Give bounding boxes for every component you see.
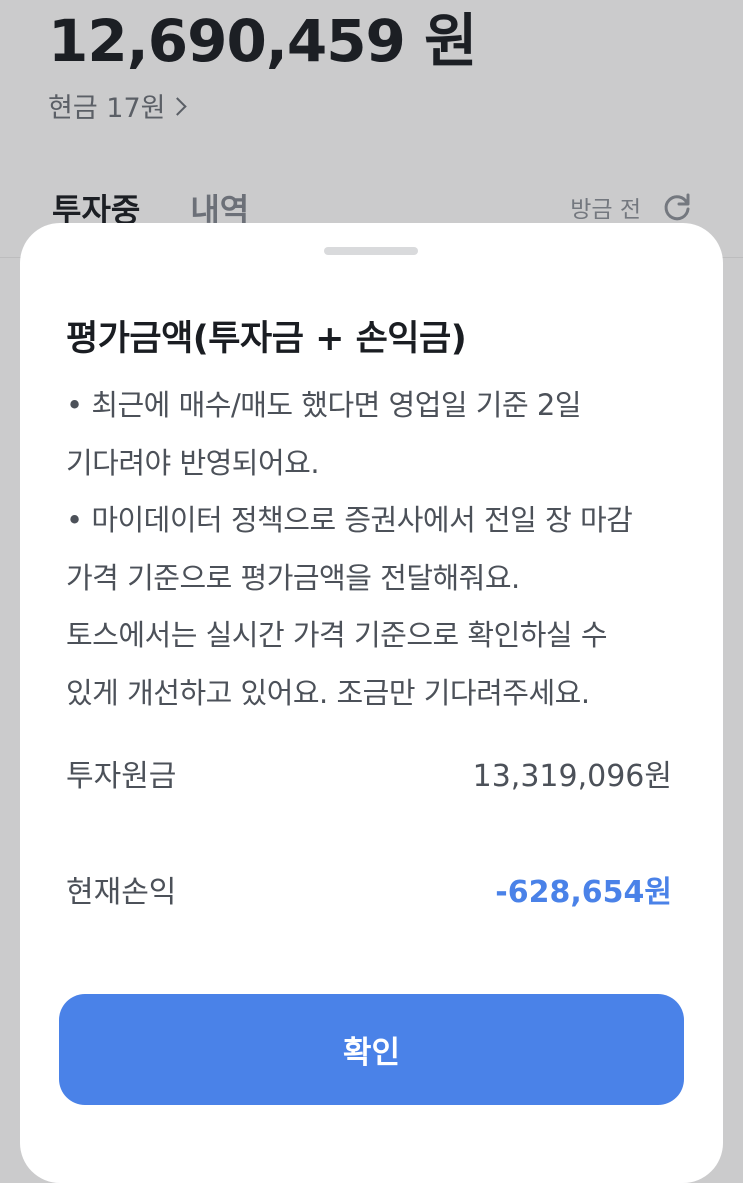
last-updated-label: 방금 전 [570, 197, 641, 223]
principal-value: 13,319,096원 [472, 759, 672, 794]
note-line: 있게 개선하고 있어요. 조금만 기다려주세요. [66, 675, 590, 710]
principal-label: 투자원금 [66, 759, 177, 794]
note-line: 기다려야 반영되어요. [66, 445, 320, 480]
note-line: • 마이데이터 정책으로 증권사에서 전일 장 마감 [66, 503, 633, 537]
profit-loss-label: 현재손익 [66, 875, 177, 910]
profit-loss-value: -628,654원 [495, 875, 672, 910]
sheet-drag-handle[interactable] [324, 247, 418, 255]
note-line: • 최근에 매수/매도 했다면 영업일 기준 2일 [66, 388, 582, 422]
chevron-right-icon [168, 97, 188, 116]
sheet-title: 평가금액(투자금 + 손익금) [66, 319, 467, 359]
refresh-control[interactable]: 방금 전 [570, 190, 693, 224]
cash-balance-link[interactable]: 현금 17원 [48, 86, 188, 125]
total-assets-amount: 12,690,459 원 [48, 7, 477, 75]
refresh-icon[interactable] [661, 191, 693, 223]
note-line: 가격 기준으로 평가금액을 전달해줘요. [66, 560, 520, 595]
profit-loss-row: 현재손익 -628,654원 [66, 867, 672, 911]
cash-balance-label: 현금 17원 [48, 93, 166, 124]
principal-row: 투자원금 13,319,096원 [66, 751, 672, 795]
confirm-button[interactable]: 확인 [59, 994, 684, 1105]
note-line: 토스에서는 실시간 가격 기준으로 확인하실 수 [66, 618, 608, 652]
info-notes: • 최근에 매수/매도 했다면 영업일 기준 2일 기다려야 반영되어요. • … [66, 377, 696, 722]
bottom-sheet: 평가금액(투자금 + 손익금) • 최근에 매수/매도 했다면 영업일 기준 2… [20, 223, 723, 1183]
